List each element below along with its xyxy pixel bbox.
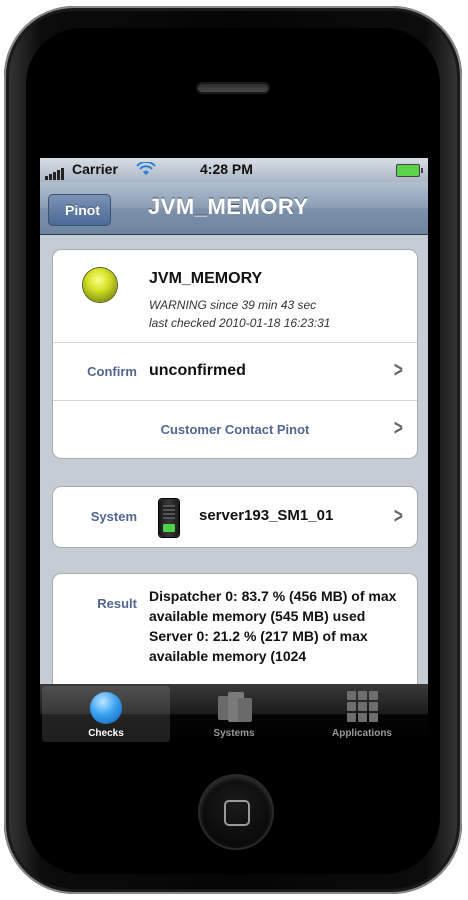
tab-checks[interactable]: Checks [42, 686, 170, 742]
status-bar: Carrier 4:28 PM [40, 158, 428, 182]
tab-bar: Checks Systems Applications [40, 684, 428, 744]
checks-icon [90, 692, 122, 724]
navigation-bar: Pinot JVM_MEMORY [40, 182, 428, 235]
result-text: Dispatcher 0: 83.7 % (456 MB) of max ava… [149, 588, 397, 664]
chevron-right-icon: > [394, 415, 404, 440]
battery-icon [396, 164, 423, 177]
page-title: JVM_MEMORY [148, 194, 309, 219]
back-button[interactable]: Pinot [48, 194, 111, 226]
system-row[interactable]: System server193_SM1_01 > [53, 487, 417, 547]
tab-label: Checks [88, 728, 124, 739]
tab-label: Systems [213, 728, 255, 739]
system-group: System server193_SM1_01 > [52, 486, 418, 548]
content-area[interactable]: JVM_MEMORY WARNING since 39 min 43 sec l… [40, 235, 428, 684]
server-icon [159, 499, 179, 537]
tab-systems[interactable]: Systems [170, 686, 298, 742]
confirm-label: Confirm [87, 364, 137, 379]
chevron-right-icon: > [394, 357, 404, 382]
check-summary-row: JVM_MEMORY WARNING since 39 min 43 sec l… [53, 250, 417, 343]
result-row: Result Dispatcher 0: 83.7 % (456 MB) of … [53, 574, 417, 684]
chevron-right-icon: > [394, 503, 404, 528]
status-time: 4:28 PM [200, 161, 253, 177]
screen: Carrier 4:28 PM Pinot JVM_MEMORY JVM_MEM… [40, 158, 428, 744]
tab-applications[interactable]: Applications [298, 686, 426, 742]
confirm-value: unconfirmed [149, 362, 246, 379]
signal-strength-icon [45, 164, 65, 180]
result-group: Result Dispatcher 0: 83.7 % (456 MB) of … [52, 573, 418, 684]
home-button[interactable] [200, 776, 272, 848]
systems-icon [218, 692, 252, 724]
customer-contact-label: Customer Contact Pinot [160, 422, 310, 437]
check-state: WARNING since 39 min 43 sec [149, 298, 317, 312]
wifi-icon [136, 162, 156, 175]
system-label: System [90, 509, 137, 524]
result-label: Result [97, 596, 137, 611]
home-square-icon [224, 800, 250, 826]
warning-status-icon [83, 268, 117, 302]
tab-label: Applications [331, 728, 392, 739]
check-name: JVM_MEMORY [149, 270, 263, 287]
customer-contact-row[interactable]: Customer Contact Pinot > [53, 401, 417, 458]
check-last-checked: last checked 2010-01-18 16:23:31 [149, 316, 331, 330]
earpiece-speaker [198, 84, 268, 92]
carrier-name: Carrier [72, 161, 118, 177]
check-details-group: JVM_MEMORY WARNING since 39 min 43 sec l… [52, 249, 418, 459]
back-button-label: Pinot [65, 202, 100, 218]
system-value: server193_SM1_01 [199, 507, 334, 524]
applications-icon [347, 691, 379, 723]
confirm-row[interactable]: Confirm unconfirmed > [53, 343, 417, 401]
